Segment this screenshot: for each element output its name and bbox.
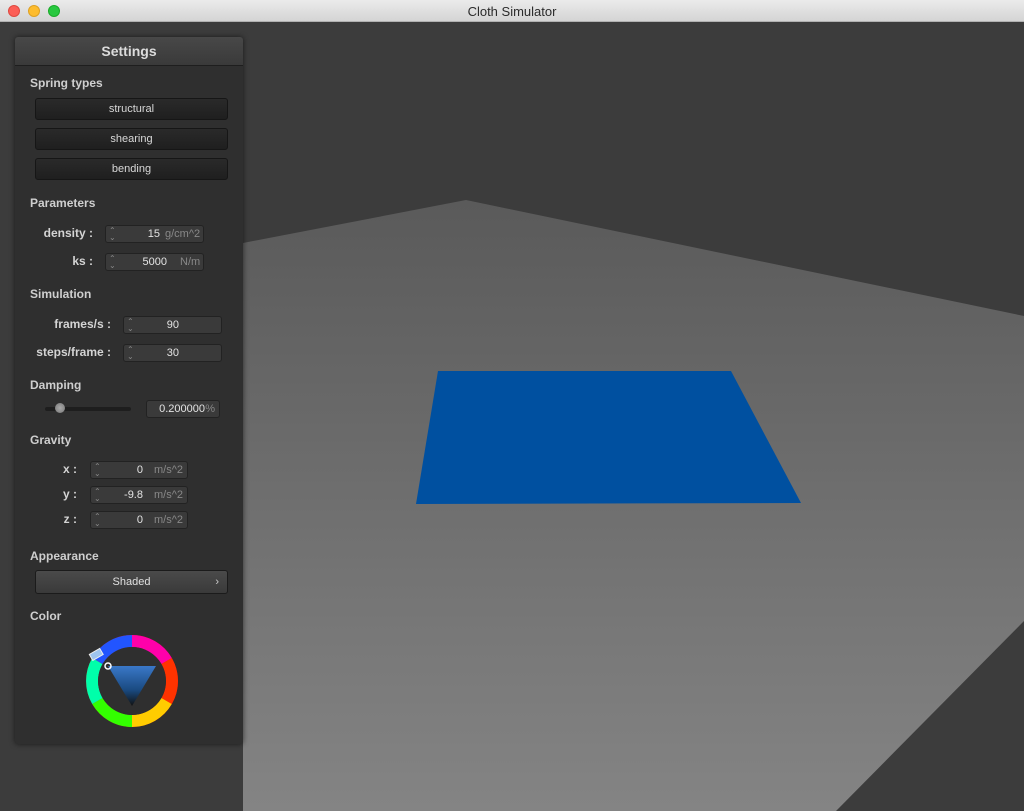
gravity-y-input[interactable]: ⌃ ⌄ -9.8 m/s^2 (90, 486, 188, 504)
ks-unit: N/m (180, 256, 201, 268)
damping-unit: % (205, 403, 215, 415)
color-wheel-picker[interactable] (85, 634, 179, 728)
density-value: 15 (147, 228, 160, 240)
frames-per-second-label: frames/s : (54, 317, 111, 331)
steps-value: 30 (166, 347, 179, 359)
gravity-x-input[interactable]: ⌃ ⌄ 0 m/s^2 (90, 461, 188, 479)
gravity-x-stepper-icon[interactable]: ⌃ ⌄ (94, 463, 101, 478)
gravity-z-input[interactable]: ⌃ ⌄ 0 m/s^2 (90, 511, 188, 529)
ks-value: 5000 (142, 256, 167, 268)
steps-stepper-icon[interactable]: ⌃ ⌄ (127, 346, 134, 361)
chevron-right-icon: › (215, 576, 219, 588)
fps-value: 90 (166, 319, 179, 331)
gravity-z-stepper-icon[interactable]: ⌃ ⌄ (94, 513, 101, 528)
damping-slider-handle[interactable] (55, 403, 65, 413)
damping-input[interactable]: 0.200000 % (146, 400, 220, 418)
appearance-selected-value: Shaded (112, 576, 151, 588)
spring-types-heading: Spring types (30, 76, 103, 90)
floor-plane (243, 200, 1024, 811)
gravity-z-value: 0 (136, 514, 143, 526)
damping-value: 0.200000 (159, 403, 205, 415)
gravity-y-unit: m/s^2 (154, 489, 183, 501)
settings-panel-title[interactable]: Settings (15, 37, 243, 66)
ks-label: ks : (72, 254, 93, 268)
gravity-z-unit: m/s^2 (154, 514, 183, 526)
gravity-y-label: y : (62, 487, 77, 501)
gravity-heading: Gravity (30, 433, 72, 447)
gravity-x-unit: m/s^2 (154, 464, 183, 476)
shearing-toggle-button[interactable]: shearing (35, 128, 228, 150)
settings-panel: Settings Spring types structural shearin… (15, 37, 243, 744)
title-bar: Cloth Simulator (0, 0, 1024, 22)
appearance-dropdown[interactable]: Shaded › (35, 570, 228, 594)
window-title: Cloth Simulator (467, 4, 557, 19)
damping-heading: Damping (30, 378, 82, 392)
gravity-y-value: -9.8 (124, 489, 143, 501)
simulation-heading: Simulation (30, 287, 92, 301)
gravity-z-label: z : (63, 512, 77, 526)
gravity-x-label: x : (62, 462, 77, 476)
ks-stepper-icon[interactable]: ⌃ ⌄ (109, 255, 116, 270)
parameters-heading: Parameters (30, 196, 96, 210)
fps-stepper-icon[interactable]: ⌃ ⌄ (127, 318, 134, 333)
frames-per-second-input[interactable]: ⌃ ⌄ 90 (123, 316, 222, 334)
steps-per-frame-label: steps/frame : (36, 345, 111, 359)
gravity-x-value: 0 (136, 464, 143, 476)
steps-per-frame-input[interactable]: ⌃ ⌄ 30 (123, 344, 222, 362)
appearance-heading: Appearance (30, 549, 99, 563)
density-label: density : (43, 226, 93, 240)
bending-toggle-button[interactable]: bending (35, 158, 228, 180)
color-heading: Color (30, 609, 62, 623)
density-unit: g/cm^2 (165, 228, 201, 240)
gravity-y-stepper-icon[interactable]: ⌃ ⌄ (94, 488, 101, 503)
density-input[interactable]: ⌃ ⌄ 15 g/cm^2 (105, 225, 204, 243)
ks-input[interactable]: ⌃ ⌄ 5000 N/m (105, 253, 204, 271)
density-stepper-icon[interactable]: ⌃ ⌄ (109, 227, 116, 242)
structural-toggle-button[interactable]: structural (35, 98, 228, 120)
